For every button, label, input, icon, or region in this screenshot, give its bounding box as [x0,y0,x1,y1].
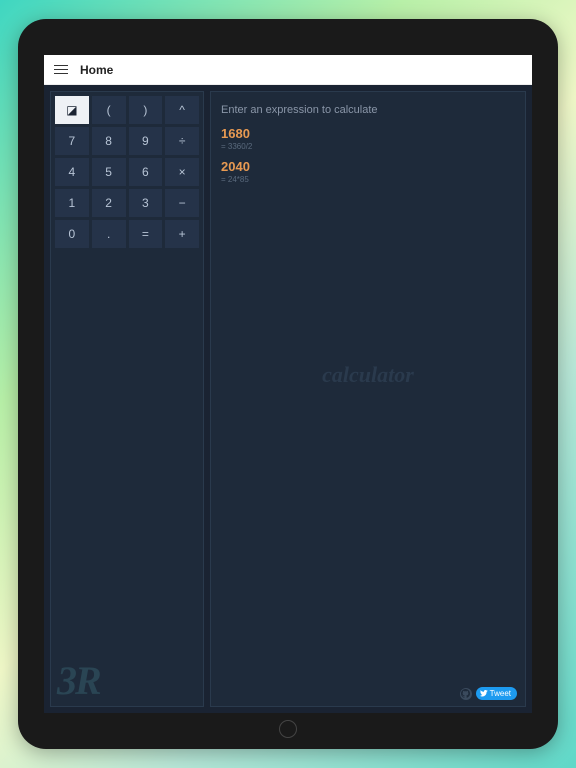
history-item[interactable]: 2040= 24*85 [221,159,515,184]
key-8[interactable]: 8 [92,127,126,155]
key-5[interactable]: 5 [92,158,126,186]
history-list: 1680= 3360/2 2040= 24*85 [221,126,515,192]
minus-key[interactable]: − [165,189,199,217]
home-button[interactable] [279,720,297,738]
menu-icon[interactable] [54,65,68,75]
clear-icon[interactable]: ◪ [55,96,89,124]
key-6[interactable]: 6 [129,158,163,186]
watermark-text: calculator [211,362,525,388]
tablet-frame: Home ◪()^ 789÷ 456× 123− 0.=+ 3R Enter an ex… [18,19,558,749]
result-value: 2040 [221,159,515,174]
plus-key[interactable]: + [165,220,199,248]
topbar: Home [44,55,532,85]
footer-links: Tweet [460,687,517,700]
multiply-key[interactable]: × [165,158,199,186]
tweet-label: Tweet [490,689,511,698]
key-3[interactable]: 3 [129,189,163,217]
key-2[interactable]: 2 [92,189,126,217]
key-1[interactable]: 1 [55,189,89,217]
left-panel: ◪()^ 789÷ 456× 123− 0.=+ 3R [50,91,204,707]
key-0[interactable]: 0 [55,220,89,248]
decimal-key[interactable]: . [92,220,126,248]
key-7[interactable]: 7 [55,127,89,155]
github-icon[interactable] [460,688,472,700]
power-key[interactable]: ^ [165,96,199,124]
keypad: ◪()^ 789÷ 456× 123− 0.=+ [51,92,203,252]
result-expression: = 24*85 [221,175,515,184]
tweet-button[interactable]: Tweet [476,687,517,700]
screen: Home ◪()^ 789÷ 456× 123− 0.=+ 3R Enter an ex… [44,55,532,713]
expression-input[interactable]: Enter an expression to calculate [221,98,515,126]
paren-open-key[interactable]: ( [92,96,126,124]
result-expression: = 3360/2 [221,142,515,151]
brand-logo: 3R [57,657,100,704]
page-title: Home [80,63,113,77]
key-9[interactable]: 9 [129,127,163,155]
right-panel: Enter an expression to calculate 1680= 3… [210,91,526,707]
key-4[interactable]: 4 [55,158,89,186]
divide-key[interactable]: ÷ [165,127,199,155]
result-value: 1680 [221,126,515,141]
history-item[interactable]: 1680= 3360/2 [221,126,515,151]
calculator-app: ◪()^ 789÷ 456× 123− 0.=+ 3R Enter an express… [44,85,532,713]
paren-close-key[interactable]: ) [129,96,163,124]
equals-key[interactable]: = [129,220,163,248]
